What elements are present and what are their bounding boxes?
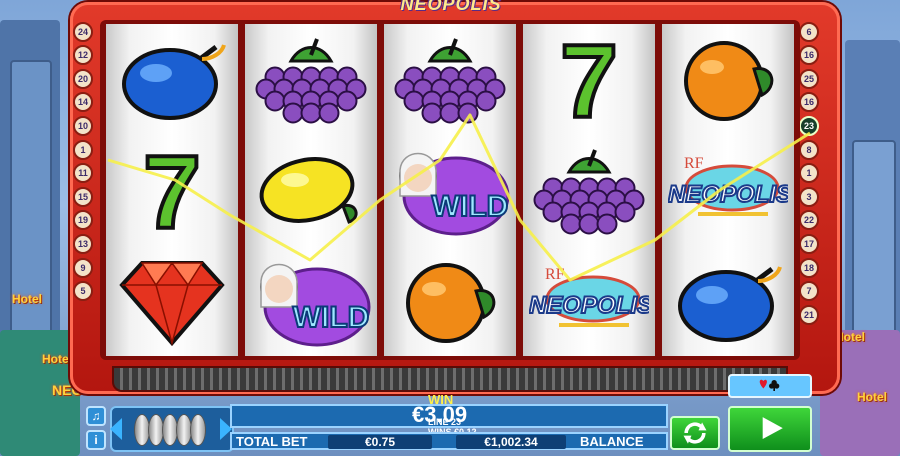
hotel-sign: Hotel bbox=[42, 352, 72, 366]
refresh-icon bbox=[683, 422, 707, 444]
svg-text:NEOPOLIS: NEOPOLIS bbox=[529, 292, 649, 319]
payline-number[interactable]: 10 bbox=[73, 115, 93, 136]
neopolis-symbol: RF NEOPOLIS bbox=[662, 135, 794, 245]
payline-number[interactable]: 5 bbox=[73, 281, 93, 302]
payline-number[interactable]: 14 bbox=[73, 92, 93, 113]
total-bet-value: €0.75 bbox=[328, 435, 432, 449]
wild-symbol: WILD bbox=[245, 246, 377, 356]
payline-number[interactable]: 15 bbox=[73, 186, 93, 207]
payline-number[interactable]: 12 bbox=[73, 45, 93, 66]
reel-4: 7 RF NEOPOLIS bbox=[523, 24, 655, 356]
neopolis-symbol: RF NEOPOLIS bbox=[523, 246, 655, 356]
diamond-symbol bbox=[106, 246, 238, 356]
payline-number[interactable]: 19 bbox=[73, 210, 93, 231]
seven-symbol: 7 bbox=[523, 24, 655, 134]
coin-decrease-arrow-icon[interactable] bbox=[110, 418, 122, 440]
plum-symbol bbox=[662, 246, 794, 356]
info-icon[interactable]: i bbox=[86, 430, 106, 450]
payline-rail-left: 24 12 20 14 10 1 11 15 19 13 9 5 bbox=[70, 18, 96, 302]
coin-icon bbox=[190, 414, 206, 446]
payline-number[interactable]: 1 bbox=[799, 163, 819, 184]
game-logo: NEOPOLIS bbox=[400, 0, 502, 14]
svg-text:WILD: WILD bbox=[432, 190, 509, 223]
svg-text:RF: RF bbox=[684, 155, 704, 172]
payline-number[interactable]: 25 bbox=[799, 68, 819, 89]
payline-number[interactable]: 13 bbox=[73, 233, 93, 254]
svg-text:NEOPOLIS: NEOPOLIS bbox=[668, 181, 788, 208]
svg-text:7: 7 bbox=[143, 140, 201, 240]
music-note-icon[interactable]: ♫ bbox=[86, 406, 106, 426]
payline-number[interactable]: 3 bbox=[799, 186, 819, 207]
reel-5: RF NEOPOLIS bbox=[662, 24, 794, 356]
win-amount: €3.09 bbox=[412, 402, 468, 427]
wild-symbol: WILD bbox=[384, 135, 516, 245]
grapes-symbol bbox=[245, 24, 377, 134]
svg-text:RF: RF bbox=[545, 266, 565, 283]
payline-number[interactable]: 22 bbox=[799, 210, 819, 231]
control-panel: ♫ i LINE 23 WINS €0.12 WIN €3.09 TOTAL B… bbox=[82, 374, 818, 456]
lemon-symbol bbox=[245, 135, 377, 245]
payline-number[interactable]: 21 bbox=[799, 304, 819, 325]
payline-number[interactable]: 11 bbox=[73, 163, 93, 184]
autoplay-button[interactable] bbox=[670, 416, 720, 450]
payline-number[interactable]: 16 bbox=[799, 45, 819, 66]
reel-2: WILD bbox=[245, 24, 377, 356]
play-icon bbox=[762, 417, 783, 440]
reel-1: 7 bbox=[106, 24, 238, 356]
spin-button[interactable] bbox=[728, 406, 812, 452]
seven-symbol: 7 bbox=[106, 135, 238, 245]
payline-number[interactable]: 16 bbox=[799, 92, 819, 113]
svg-text:WILD: WILD bbox=[293, 301, 370, 334]
card-suits-icon bbox=[759, 379, 780, 391]
payline-number[interactable]: 1 bbox=[73, 139, 93, 160]
bet-balance-row: TOTAL BET €0.75 €1,002.34 BALANCE bbox=[230, 432, 668, 450]
reel-window: 7 WILD WILD 7 RF NEOPOLIS RF NEOPOLIS bbox=[100, 20, 800, 360]
grapes-symbol bbox=[523, 135, 655, 245]
balance-value: €1,002.34 bbox=[456, 435, 566, 449]
payline-number[interactable]: 6 bbox=[799, 21, 819, 42]
coin-selector[interactable] bbox=[110, 406, 234, 452]
payline-number[interactable]: 23 bbox=[799, 115, 819, 136]
payline-number[interactable]: 7 bbox=[799, 281, 819, 302]
payline-number[interactable]: 24 bbox=[73, 21, 93, 42]
payline-number[interactable]: 18 bbox=[799, 257, 819, 278]
hotel-sign: Hotel bbox=[857, 390, 887, 404]
orange-symbol bbox=[662, 24, 794, 134]
balance-label: BALANCE bbox=[580, 434, 644, 449]
payline-number[interactable]: 20 bbox=[73, 68, 93, 89]
reel-3: WILD bbox=[384, 24, 516, 356]
payline-number[interactable]: 17 bbox=[799, 233, 819, 254]
cabinet-grill bbox=[112, 366, 788, 392]
hotel-sign: Hotel bbox=[12, 292, 42, 306]
payline-number[interactable]: 9 bbox=[73, 257, 93, 278]
payline-number[interactable]: 8 bbox=[799, 139, 819, 160]
orange-symbol bbox=[384, 246, 516, 356]
total-bet-label: TOTAL BET bbox=[236, 434, 308, 449]
gamble-button[interactable] bbox=[728, 374, 812, 398]
grapes-symbol bbox=[384, 24, 516, 134]
plum-symbol bbox=[106, 24, 238, 134]
svg-text:7: 7 bbox=[560, 29, 618, 129]
